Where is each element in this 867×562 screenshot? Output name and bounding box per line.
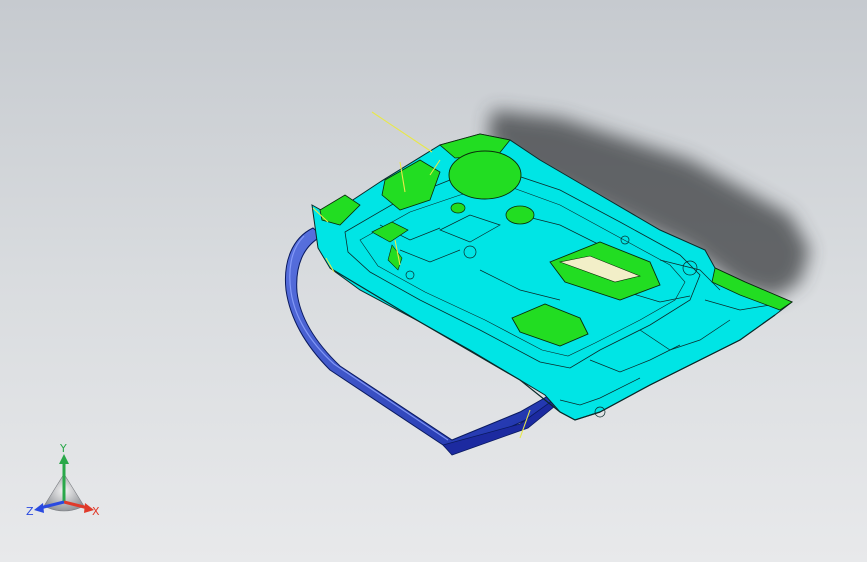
door-assembly-model[interactable] xyxy=(0,0,867,562)
y-axis-label: Y xyxy=(59,444,67,455)
z-axis-label: Z xyxy=(26,505,34,518)
x-axis-label: X xyxy=(92,505,100,518)
z-axis-arrow-icon xyxy=(34,503,44,513)
orientation-triad[interactable]: Y X Z xyxy=(22,444,108,530)
y-axis-arrow-icon xyxy=(59,454,69,464)
graphics-viewport[interactable]: Y X Z xyxy=(0,0,867,562)
